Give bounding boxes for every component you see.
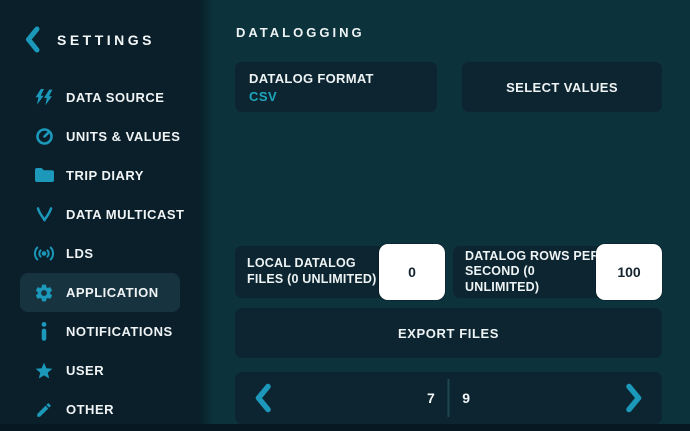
chevron-left-icon[interactable] [253,383,273,413]
sidebar-item-user[interactable]: USER [20,351,180,390]
pencil-icon [32,401,56,419]
chevron-right-icon[interactable] [624,383,644,413]
local-datalog-files-input[interactable]: 0 [379,244,445,300]
page-divider [448,379,450,417]
bottom-edge-strip [0,424,690,431]
sidebar-item-trip-diary[interactable]: TRIP DIARY [20,156,180,195]
info-icon [32,322,56,341]
total-pages: 9 [462,390,470,406]
sidebar-item-label: UNITS & VALUES [66,129,180,144]
sidebar-item-label: LDS [66,246,94,261]
pagination-bar: 7 9 [235,372,662,424]
select-values-label: SELECT VALUES [506,80,618,95]
folder-icon [32,168,56,183]
settings-title: SETTINGS [57,32,155,48]
datalog-rows-per-second-field: DATALOG ROWS PER SECOND (0 UNLIMITED) 10… [453,246,662,298]
sidebar-item-units-values[interactable]: UNITS & VALUES [20,117,180,156]
datalog-rows-per-second-label: DATALOG ROWS PER SECOND (0 UNLIMITED) [465,249,600,296]
sidebar-item-application[interactable]: APPLICATION [20,273,180,312]
sidebar-item-label: USER [66,363,104,378]
sidebar-item-label: APPLICATION [66,285,159,300]
multicast-icon [32,207,56,223]
datalog-format-value: CSV [249,89,437,104]
sidebar-item-data-source[interactable]: DATA SOURCE [20,78,180,117]
back-to-settings-button[interactable]: SETTINGS [0,0,200,53]
sidebar-item-label: DATA SOURCE [66,90,164,105]
current-page: 7 [427,390,435,406]
page-indicator: 7 9 [427,372,470,424]
star-icon [32,361,56,381]
sidebar-item-label: OTHER [66,402,114,417]
sidebar-item-data-multicast[interactable]: DATA MULTICAST [20,195,180,234]
gauge-icon [32,127,56,146]
sidebar-nav: DATA SOURCE UNITS & VALUES TRIP DIA [0,78,200,429]
local-datalog-files-field: LOCAL DATALOG FILES (0 UNLIMITED) 0 [235,246,445,298]
datalog-format-button[interactable]: DATALOG FORMAT CSV [235,62,437,112]
gear-icon [32,283,56,303]
export-files-label: EXPORT FILES [398,326,499,341]
sidebar-item-label: NOTIFICATIONS [66,324,173,339]
settings-screen: SETTINGS DATA SOURCE [0,0,690,431]
datalog-rows-per-second-input[interactable]: 100 [596,244,662,300]
sidebar: SETTINGS DATA SOURCE [0,0,200,424]
local-datalog-files-label: LOCAL DATALOG FILES (0 UNLIMITED) [247,256,389,287]
section-title: DATALOGGING [236,25,365,40]
sidebar-item-lds[interactable]: LDS [20,234,180,273]
broadcast-icon [32,246,56,261]
chevron-left-icon[interactable] [24,26,41,53]
sidebar-item-notifications[interactable]: NOTIFICATIONS [20,312,180,351]
sidebar-item-label: DATA MULTICAST [66,207,184,222]
datalogging-panel: DATALOGGING DATALOG FORMAT CSV SELECT VA… [235,0,662,424]
select-values-button[interactable]: SELECT VALUES [462,62,662,112]
lightning-icon [32,89,56,106]
datalog-format-label: DATALOG FORMAT [249,71,437,86]
export-files-button[interactable]: EXPORT FILES [235,308,662,358]
previous-page-button[interactable] [253,383,273,413]
sidebar-item-label: TRIP DIARY [66,168,144,183]
next-page-button[interactable] [624,383,644,413]
